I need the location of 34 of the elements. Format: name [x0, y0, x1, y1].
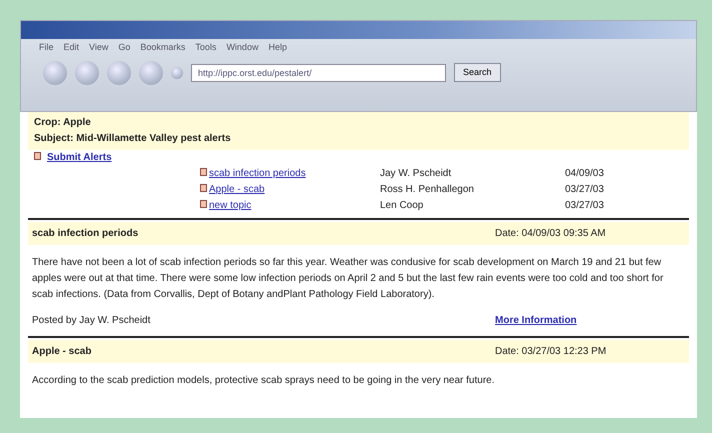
topic-date: 03/27/03: [565, 183, 605, 197]
search-button[interactable]: Search: [454, 62, 501, 82]
bullet-icon: [200, 200, 207, 208]
topic-author: Len Coop: [380, 199, 424, 213]
bullet-icon: [200, 184, 207, 192]
menu-item[interactable]: File: [39, 41, 54, 54]
bullet-icon: [34, 152, 41, 160]
submit-alerts-link[interactable]: Submit Alerts: [47, 152, 112, 163]
post-date: Date: 04/09/03 09:35 AM: [495, 227, 607, 241]
topic-link[interactable]: new topic: [209, 200, 252, 211]
menu-item[interactable]: Bookmarks: [140, 41, 186, 54]
topic-author: Ross H. Penhallegon: [380, 183, 475, 197]
more-information-link[interactable]: More Information: [495, 313, 685, 328]
topic-date: 04/09/03: [565, 167, 605, 181]
menu-item[interactable]: Go: [118, 41, 130, 54]
topic-link[interactable]: scab infection periods: [209, 168, 306, 179]
topic-date: 03/27/03: [565, 199, 605, 213]
menu-item[interactable]: View: [89, 41, 108, 54]
menu-item[interactable]: Help: [268, 41, 287, 54]
crop-label: Crop: Apple: [34, 116, 92, 130]
post-body: According to the scab prediction models, protective scab sprays need to be going in the very near future.: [31, 374, 496, 388]
bullet-icon: [200, 168, 207, 176]
post-date: Date: 03/27/03 12:23 PM: [495, 345, 608, 359]
subject-label: Subject: Mid-Willamette Valley pest alerts: [34, 132, 232, 146]
menu-item[interactable]: Edit: [64, 41, 80, 54]
menu-item[interactable]: Tools: [195, 41, 216, 54]
post-title: Apple - scab: [32, 345, 92, 359]
topic-author: Jay W. Pscheidt: [380, 167, 452, 181]
posted-by: Posted by Jay W. Pscheidt: [32, 314, 150, 328]
post-body: There have not been a lot of scab infection periods so far this year. Weather was condusive for scab development on March 19 and 21 but few apples were out at that time. There were some low infection periods on April 2 and 5 but the last few rain events were too cold and too short for scab infections. (Data from Corvallis, Dept of Botany andPlant Pathology Field Laboratory).: [31, 256, 664, 302]
menu-item[interactable]: Window: [226, 41, 258, 54]
topic-link[interactable]: Apple - scab: [209, 184, 265, 195]
post-title: scab infection periods: [32, 227, 138, 241]
url-field[interactable]: http://ippc.orst.edu/pestalert/: [191, 64, 446, 82]
